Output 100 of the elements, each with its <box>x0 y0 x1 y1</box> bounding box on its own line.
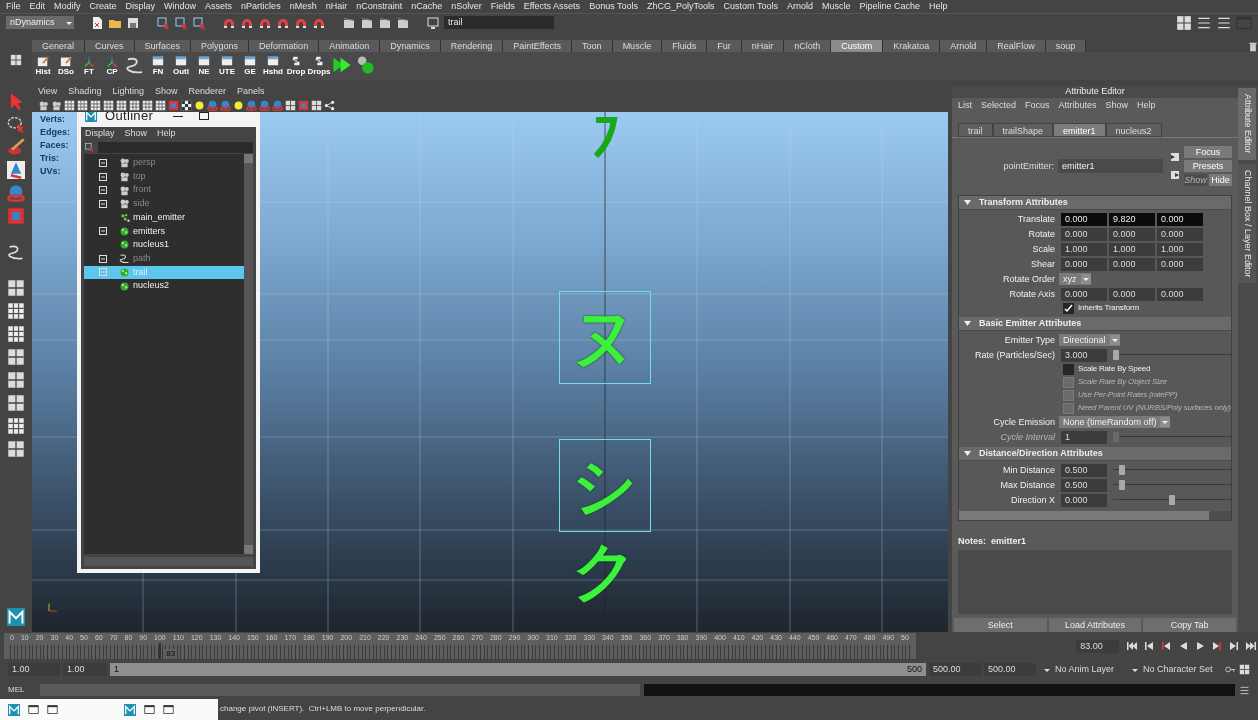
logo-icon[interactable] <box>8 703 20 716</box>
menu-item[interactable]: Help <box>1137 98 1156 113</box>
panel-menu-item[interactable]: Renderer <box>188 85 226 99</box>
shelf-button[interactable]: CP <box>102 55 122 77</box>
curve-icon[interactable] <box>119 253 130 265</box>
window-icon[interactable] <box>163 704 174 715</box>
value-field[interactable]: 1.000 <box>1109 242 1155 256</box>
camera-icon[interactable] <box>119 184 130 196</box>
brush-icon[interactable] <box>7 138 25 156</box>
menu-item[interactable]: Attributes <box>1058 98 1097 113</box>
clapper-icon[interactable] <box>342 15 356 30</box>
outliner-item[interactable]: nucleus2 <box>84 279 244 293</box>
shelf-button[interactable]: FT <box>79 55 99 77</box>
panel-button[interactable]: Focus <box>1184 146 1232 159</box>
outliner-item[interactable]: front <box>84 183 244 198</box>
menu-item[interactable]: Show <box>1105 98 1129 113</box>
window-icon[interactable] <box>221 55 233 67</box>
window-icon[interactable] <box>28 704 39 715</box>
menu-item[interactable]: Selected <box>981 98 1017 113</box>
cube-icon[interactable] <box>7 207 25 225</box>
list-icon[interactable] <box>1239 684 1250 696</box>
end-field[interactable]: 500.00 <box>984 663 1036 676</box>
layout-icon[interactable] <box>10 54 22 66</box>
checkbox[interactable] <box>1063 302 1074 314</box>
window-icon[interactable] <box>152 55 164 67</box>
value-field[interactable]: 0.000 <box>1109 287 1155 301</box>
layout-icon[interactable] <box>285 99 296 111</box>
file-icon[interactable] <box>90 15 104 30</box>
start-field[interactable]: 1.00 <box>8 663 60 676</box>
panel-menu-item[interactable]: Shading <box>68 85 102 99</box>
shelf-tab[interactable]: soup <box>1045 40 1087 52</box>
camera-icon[interactable] <box>119 171 130 183</box>
particle-icon[interactable] <box>119 239 130 251</box>
end-field[interactable]: 500.00 <box>929 663 981 676</box>
layout-icon[interactable] <box>7 348 25 366</box>
dropdown[interactable]: None (timeRandom off) <box>1059 416 1171 429</box>
select-icon[interactable] <box>156 15 170 30</box>
shelf-tab[interactable]: Animation <box>319 40 381 52</box>
menu-item[interactable]: Create <box>89 0 117 14</box>
logo-icon[interactable] <box>85 112 97 122</box>
section-header[interactable]: Transform Attributes <box>959 195 1231 210</box>
search-field[interactable]: trail <box>444 16 554 29</box>
anim-layer-dropdown[interactable]: No Anim Layer <box>1043 662 1115 677</box>
shelf-button[interactable]: Drops <box>309 55 329 77</box>
monitor-icon[interactable] <box>426 15 440 30</box>
slider-thumb[interactable] <box>1118 480 1125 491</box>
value-field[interactable]: 0.000 <box>1061 212 1107 226</box>
mode-dropdown[interactable]: nDynamics <box>6 16 74 29</box>
dropdown[interactable]: Directional <box>1059 334 1120 347</box>
checker-icon[interactable] <box>181 99 192 111</box>
value-field[interactable]: 0.000 <box>1109 227 1155 241</box>
shelf-tab[interactable]: PaintEffects <box>503 40 573 52</box>
panel-button[interactable]: Presets <box>1184 160 1232 173</box>
slider-track[interactable] <box>1113 465 1231 476</box>
dropdown[interactable]: xyz <box>1059 273 1091 286</box>
menu-item[interactable]: List <box>958 98 972 113</box>
menu-item[interactable]: Fields <box>490 0 515 14</box>
layout-icon[interactable] <box>311 99 322 111</box>
outliner-item[interactable]: nucleus1 <box>84 238 244 252</box>
layout-icon[interactable] <box>7 279 25 297</box>
light-icon[interactable] <box>194 99 205 111</box>
key-forward-icon[interactable] <box>1210 639 1224 653</box>
slider-thumb[interactable] <box>1168 495 1175 506</box>
clapper-icon[interactable] <box>360 15 374 30</box>
shelf-tab[interactable]: Dynamics <box>380 40 441 52</box>
panel-menu-item[interactable]: Show <box>154 85 178 99</box>
clapper-icon[interactable] <box>378 15 392 30</box>
menu-item[interactable]: nConstraint <box>356 0 403 14</box>
shelf-tab[interactable]: Deformation <box>249 40 320 52</box>
emitter-icon[interactable] <box>119 212 130 224</box>
value-field[interactable]: 0.000 <box>1061 257 1107 271</box>
shelf-button[interactable]: NE <box>194 55 214 77</box>
collapse-icon[interactable] <box>964 449 971 457</box>
scrollbar[interactable] <box>959 510 1231 520</box>
lasso-icon[interactable] <box>7 115 25 133</box>
light-icon[interactable] <box>233 99 244 111</box>
menu-item[interactable]: Display <box>85 126 115 141</box>
pencil-icon[interactable] <box>37 55 49 67</box>
shelf-button[interactable]: Hist <box>33 55 53 77</box>
menu-item[interactable]: Focus <box>1025 98 1050 113</box>
layout-icon[interactable] <box>7 394 25 412</box>
share-icon[interactable] <box>324 99 335 111</box>
menu-item[interactable]: Display <box>125 0 156 14</box>
grid-icon[interactable] <box>142 99 153 111</box>
layout-icon[interactable] <box>1239 664 1250 675</box>
sphere-icon[interactable] <box>259 99 270 111</box>
key-back-icon[interactable] <box>1159 639 1173 653</box>
menu-item[interactable]: Help <box>157 126 176 141</box>
cone-icon[interactable] <box>7 161 25 179</box>
start-field[interactable]: 1.00 <box>63 663 107 676</box>
shelf-tab[interactable]: nCloth <box>784 40 832 52</box>
maximize-button[interactable] <box>199 112 210 120</box>
menu-item[interactable]: Muscle <box>821 0 851 14</box>
expand-icon[interactable] <box>98 254 107 263</box>
node-tab[interactable]: trail <box>958 122 993 137</box>
collapse-icon[interactable] <box>964 319 971 327</box>
select-icon[interactable] <box>174 15 188 30</box>
node-name-field[interactable]: emitter1 <box>1058 159 1163 174</box>
clapper-icon[interactable] <box>396 15 410 30</box>
panel-button[interactable]: Hide <box>1209 174 1232 187</box>
